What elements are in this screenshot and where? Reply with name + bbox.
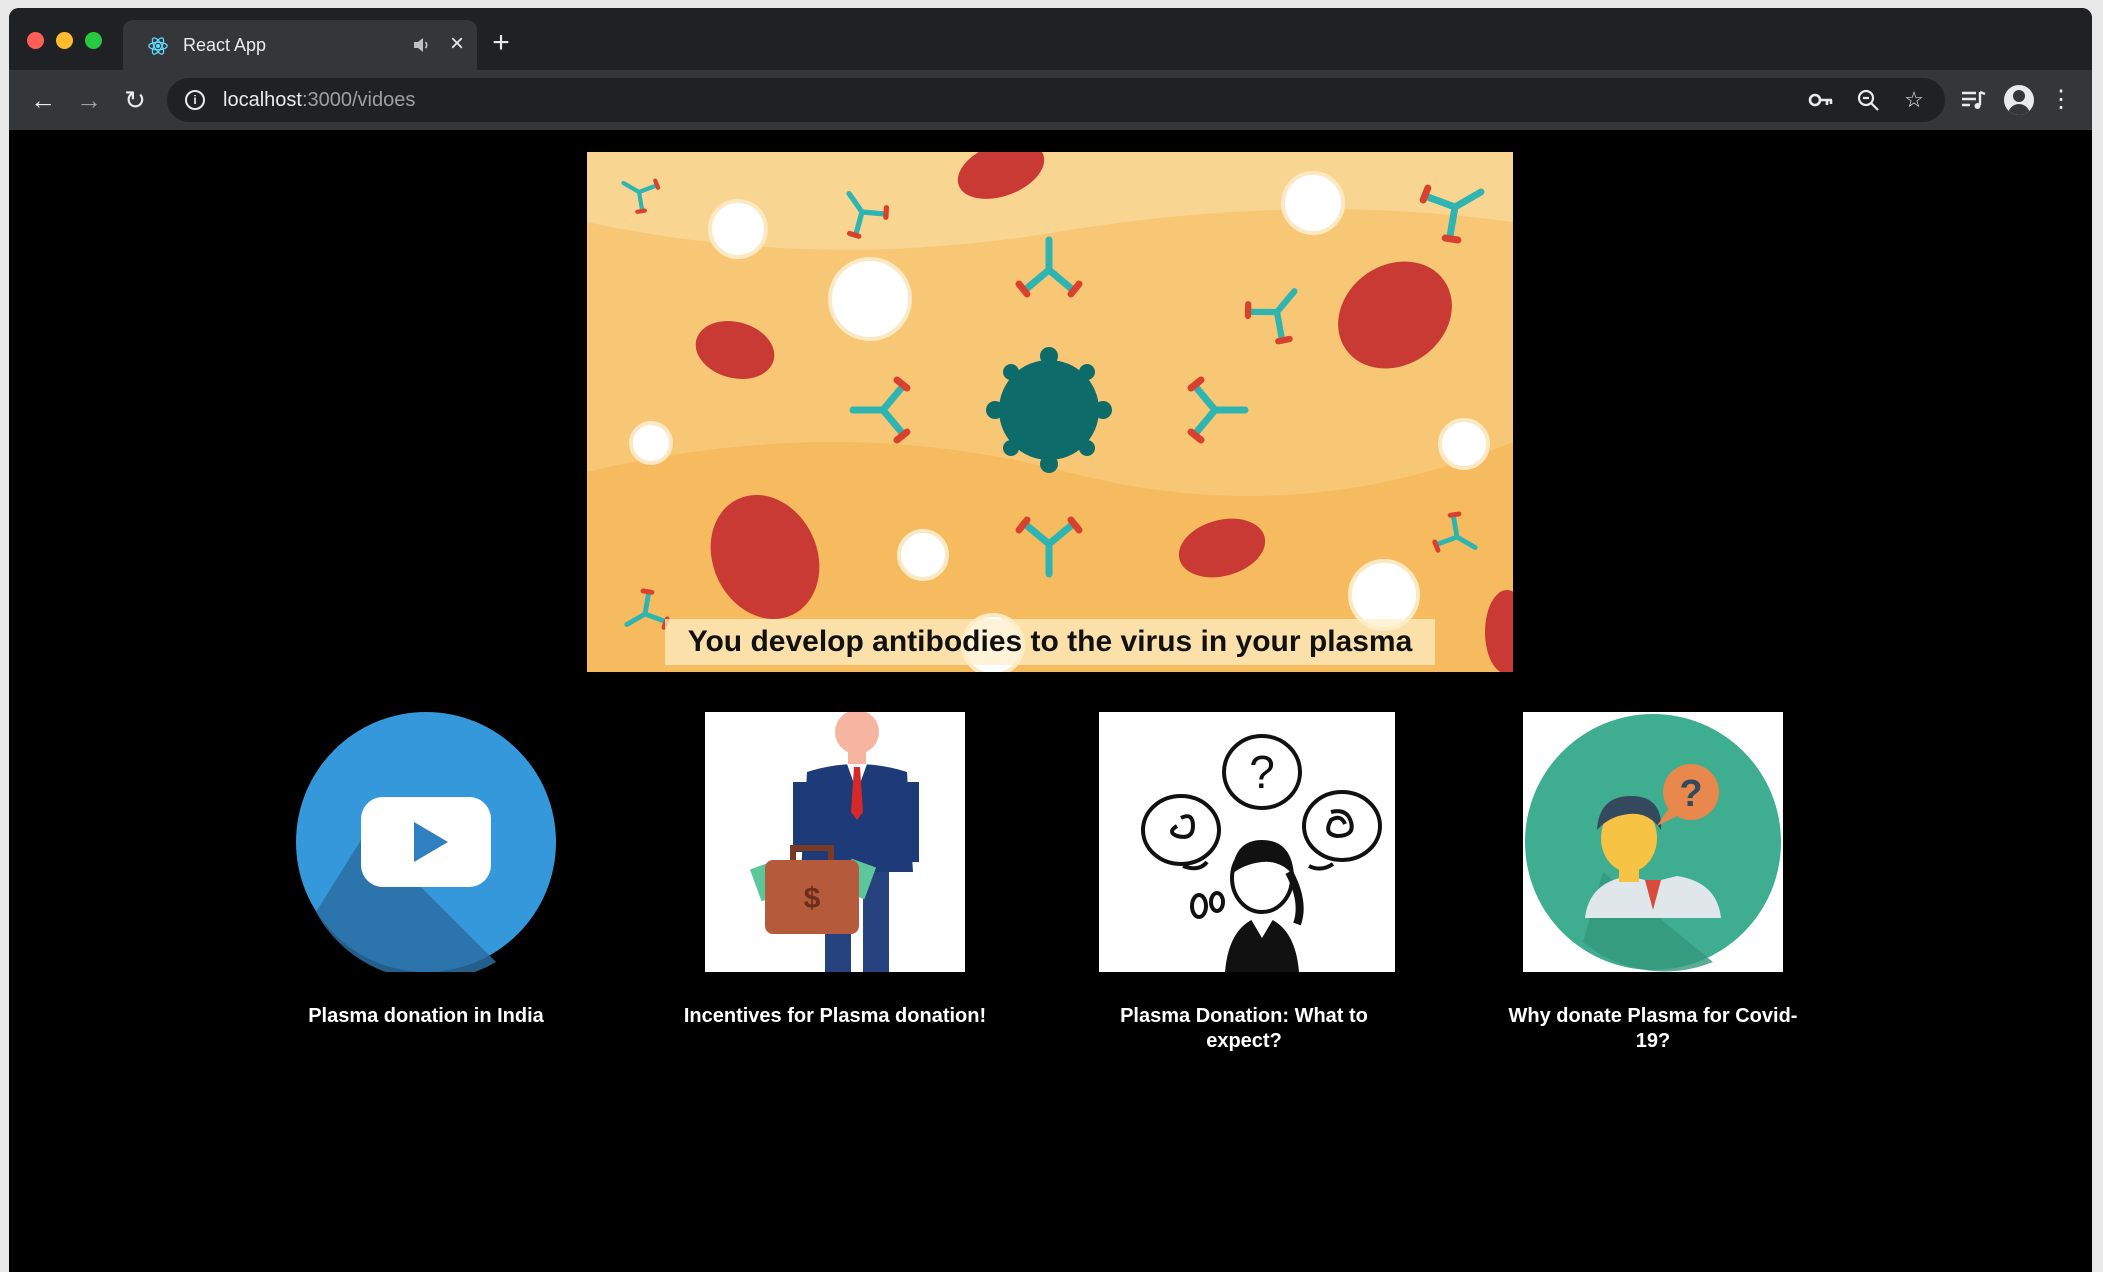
browser-window: React App × + ← → ↻ i localhost:3000/vid… — [9, 8, 2092, 1272]
card-title: Plasma Donation: What to expect? — [1120, 1005, 1368, 1052]
arrow-right-icon[interactable]: → — [73, 84, 105, 116]
window-maximize-button[interactable] — [85, 32, 102, 49]
video-player[interactable]: You develop antibodies to the virus in y… — [587, 152, 1513, 672]
video-caption: You develop antibodies to the virus in y… — [665, 619, 1435, 665]
url-text[interactable]: localhost:3000/vidoes — [223, 88, 415, 112]
avatar — [2004, 85, 2034, 115]
window-minimize-button[interactable] — [56, 32, 73, 49]
card-title: Incentives for Plasma donation! — [683, 1005, 987, 1027]
window-close-button[interactable] — [27, 32, 44, 49]
svg-text:?: ? — [1679, 773, 1702, 815]
video-card-why-donate[interactable]: ? Why donate Plasma for Covid-19? — [1493, 712, 1813, 1072]
media-queue-icon[interactable] — [1957, 84, 1989, 116]
youtube-play-icon — [296, 712, 556, 972]
react-atom-icon — [148, 37, 168, 55]
key-icon[interactable] — [1807, 86, 1835, 114]
zoom-icon[interactable] — [1854, 86, 1882, 114]
businessman-money-bag-illustration: $ — [705, 712, 965, 972]
video-frame-illustration — [587, 152, 1513, 672]
plus-icon[interactable]: + — [487, 28, 515, 58]
svg-text:$: $ — [804, 882, 821, 915]
browser-tab[interactable]: React App × — [123, 20, 477, 70]
woman-thinking-questions-illustration: ? — [1099, 712, 1395, 972]
kebab-menu-icon[interactable]: ⋮ — [2045, 84, 2077, 116]
url-host: localhost — [223, 89, 302, 111]
tab-title: React App — [183, 35, 267, 55]
info-icon[interactable]: i — [185, 90, 205, 110]
reload-icon[interactable]: ↻ — [119, 84, 151, 116]
svg-text:?: ? — [1249, 746, 1275, 798]
video-card-incentives[interactable]: $ Incentives for Plasma donation! — [675, 712, 995, 1072]
address-bar[interactable]: i localhost:3000/vidoes ☆ — [167, 78, 1945, 122]
video-card-what-to-expect[interactable]: ? Plasma Donation: What to expect? — [1084, 712, 1404, 1072]
page-content: You develop antibodies to the virus in y… — [9, 130, 2092, 1272]
tab-bar: React App × + — [9, 8, 2092, 70]
speaker-icon[interactable] — [410, 34, 432, 56]
browser-toolbar: ← → ↻ i localhost:3000/vidoes ☆ ⋮ — [9, 70, 2092, 130]
man-question-bubble-icon: ? — [1523, 712, 1783, 972]
star-icon[interactable]: ☆ — [1900, 86, 1928, 114]
video-card-plasma-india[interactable]: Plasma donation in India — [266, 712, 586, 1072]
url-path: :3000/vidoes — [301, 89, 416, 111]
card-title: Why donate Plasma for Covid-19? — [1508, 1005, 1798, 1052]
card-title: Plasma donation in India — [308, 1005, 544, 1027]
profile-icon[interactable] — [2002, 84, 2034, 116]
close-icon[interactable]: × — [445, 32, 469, 56]
arrow-left-icon[interactable]: ← — [27, 84, 59, 116]
